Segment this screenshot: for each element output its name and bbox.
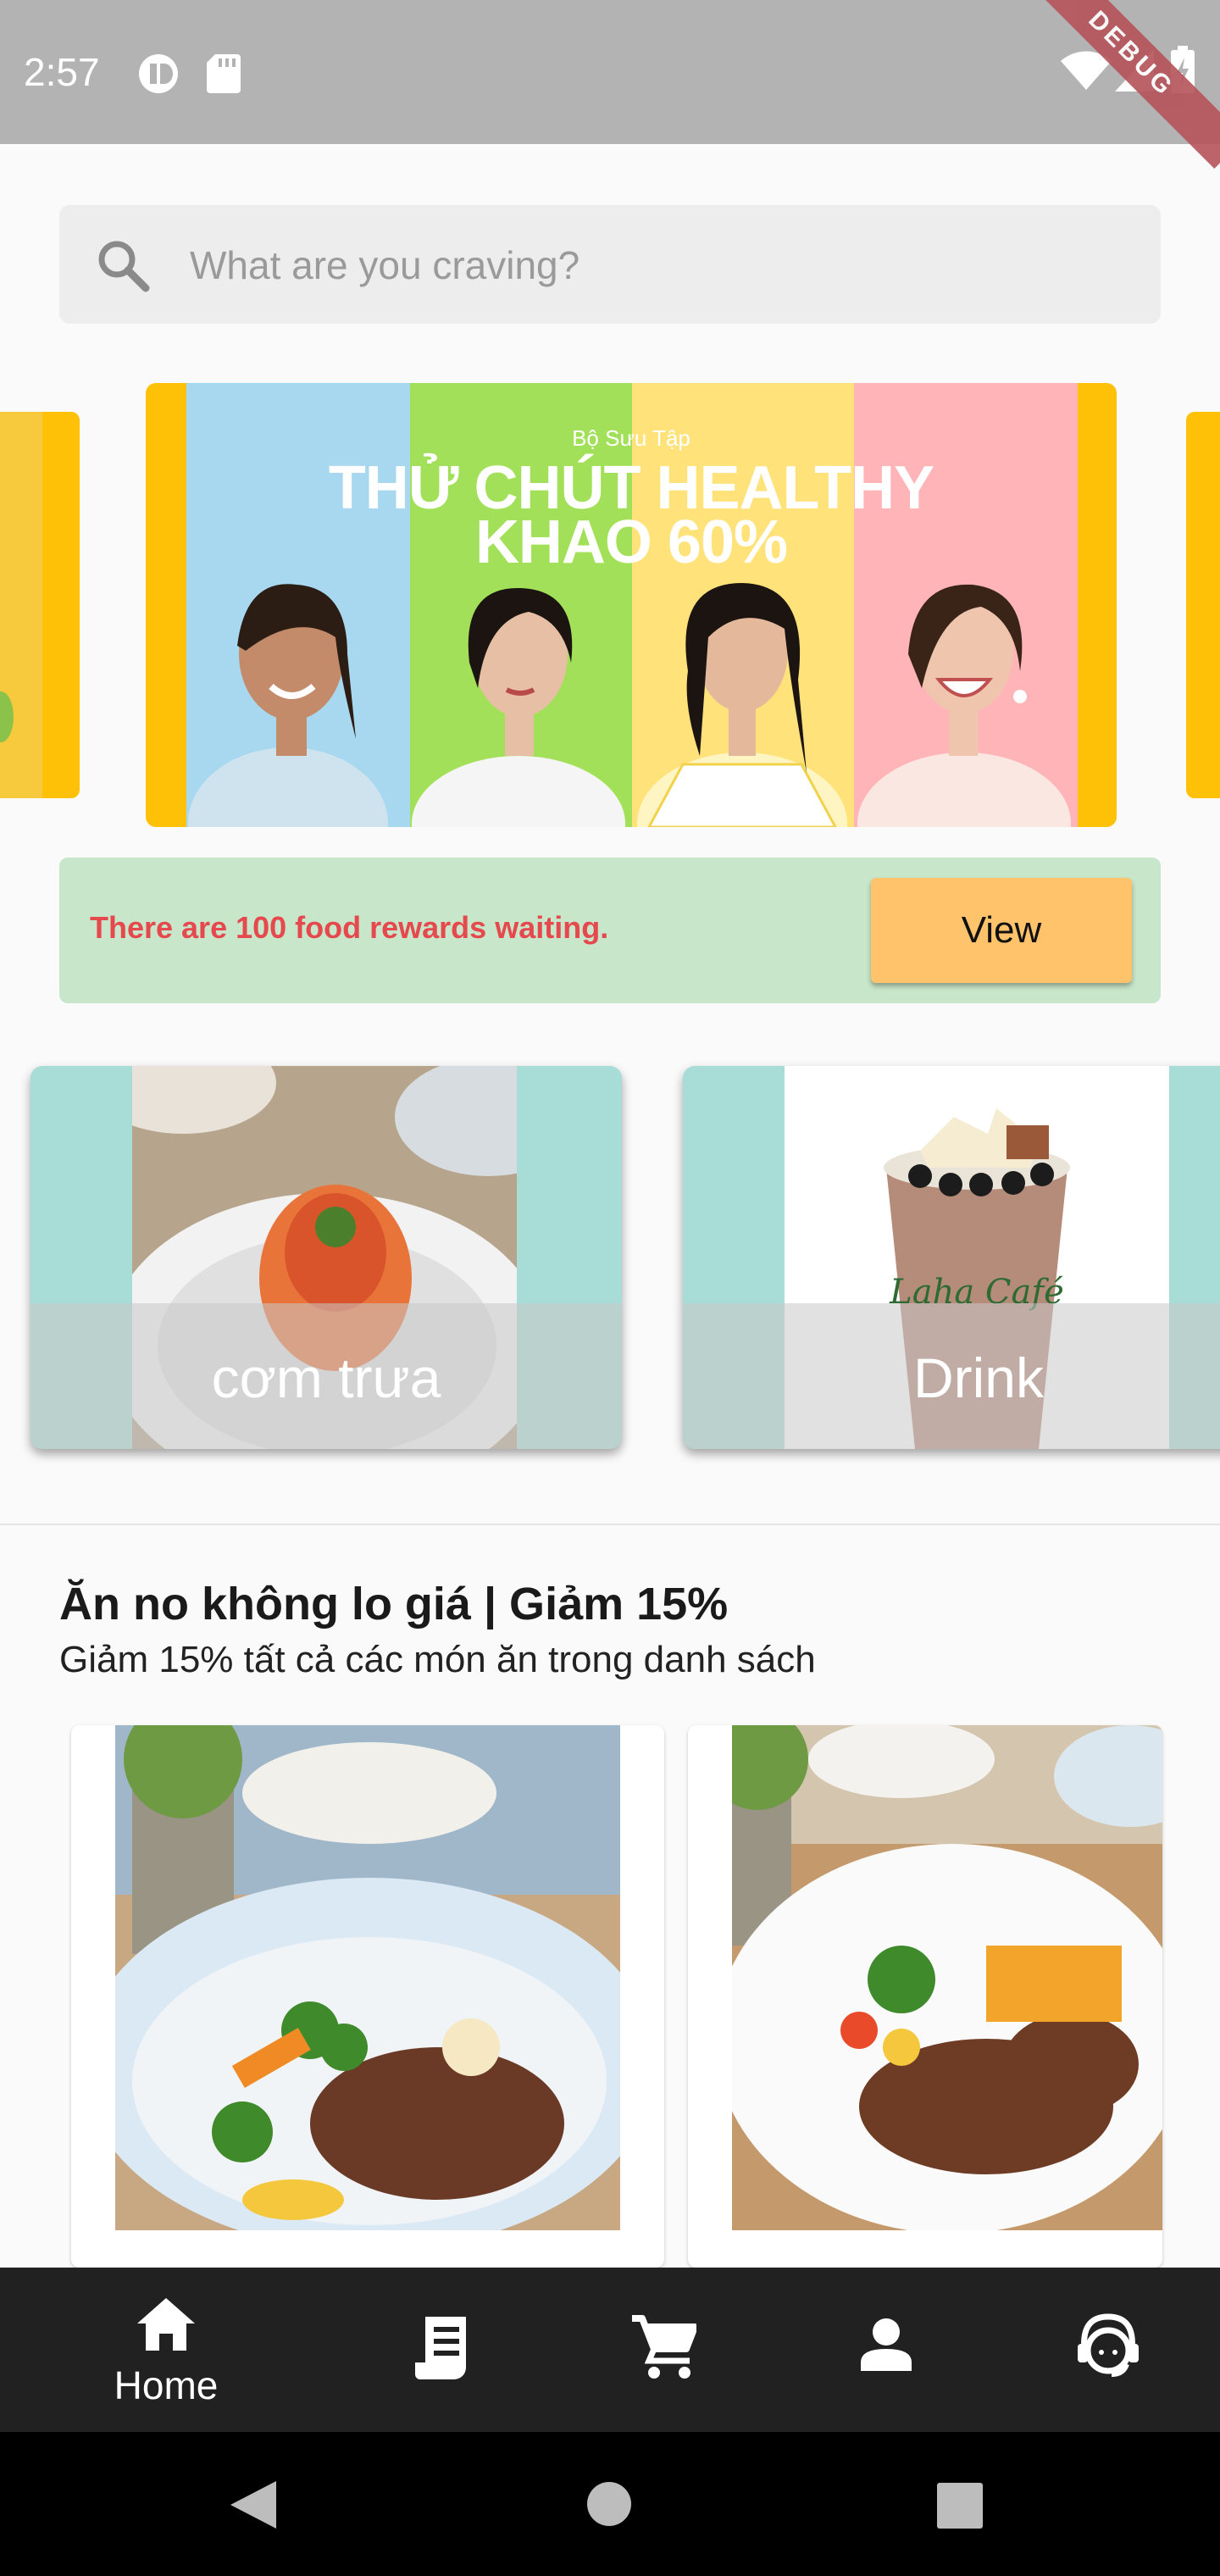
rewards-text: There are 100 food rewards waiting. [90, 910, 609, 945]
banner-prev-card[interactable] [0, 412, 80, 798]
recents-icon[interactable] [937, 2483, 983, 2529]
search-input[interactable]: What are you craving? [59, 205, 1161, 324]
banner-next-card[interactable] [1186, 412, 1220, 798]
category-card-drink[interactable]: Laha Café Drink [683, 1066, 1220, 1449]
back-icon[interactable] [230, 2481, 276, 2529]
banner-headline-line1: THỬ CHÚT HEALTHY [328, 454, 934, 522]
home-circle-icon[interactable] [586, 2481, 632, 2527]
section-divider [0, 1524, 1220, 1525]
home-icon [137, 2298, 195, 2351]
nav-home[interactable]: Home [64, 2268, 268, 2432]
sd-card-icon [207, 54, 241, 93]
search-placeholder: What are you craving? [190, 243, 580, 287]
banner-kicker: Bộ Sưu Tập [572, 425, 690, 451]
receipt-icon [415, 2317, 466, 2379]
food-photo-steak-2 [732, 1725, 1162, 2230]
banner-headline-line2: KHAO 60% [474, 508, 788, 576]
nav-home-label: Home [114, 2363, 219, 2407]
cart-icon [632, 2315, 696, 2379]
food-card[interactable] [71, 1725, 664, 2268]
person-icon [861, 2318, 912, 2371]
category-label: Drink [912, 1346, 1044, 1409]
status-time: 2:57 [24, 50, 100, 94]
bottom-nav: Home [0, 2268, 1220, 2432]
category-card-lunch[interactable]: cơm trưa [30, 1066, 622, 1449]
food-photo-steak-1 [115, 1725, 620, 2230]
banner-model-1 [188, 584, 388, 827]
support-agent-icon [1078, 2313, 1139, 2377]
category-label: cơm trưa [211, 1346, 441, 1409]
banner-model-3 [637, 583, 847, 827]
nav-profile[interactable] [785, 2268, 988, 2432]
banner-model-4 [857, 584, 1071, 827]
promo-banner[interactable]: Bộ Sưu Tập THỬ CHÚT HEALTHY KHAO 60% [146, 383, 1117, 827]
nav-support[interactable] [1006, 2268, 1210, 2432]
view-rewards-button[interactable]: View [871, 878, 1132, 983]
nav-cart[interactable] [563, 2268, 766, 2432]
system-navigation-bar [0, 2432, 1220, 2576]
banner-headline: THỬ CHÚT HEALTHY KHAO 60% [146, 454, 1117, 576]
section-subtitle: Giảm 15% tất cả các món ăn trong danh sá… [59, 1639, 816, 1680]
search-icon [98, 241, 150, 292]
pause-circle-icon [139, 54, 178, 93]
rewards-banner: There are 100 food rewards waiting. View [59, 858, 1161, 1003]
banner-model-2 [412, 587, 625, 827]
app-screen: 2:57 DEBUG What are you craving? Bộ Sưu … [0, 0, 1220, 2576]
food-card[interactable] [688, 1725, 1162, 2268]
status-bar: 2:57 DEBUG [0, 0, 1220, 169]
section-title: Ăn no không lo giá | Giảm 15% [59, 1579, 729, 1629]
nav-orders[interactable] [342, 2268, 546, 2432]
